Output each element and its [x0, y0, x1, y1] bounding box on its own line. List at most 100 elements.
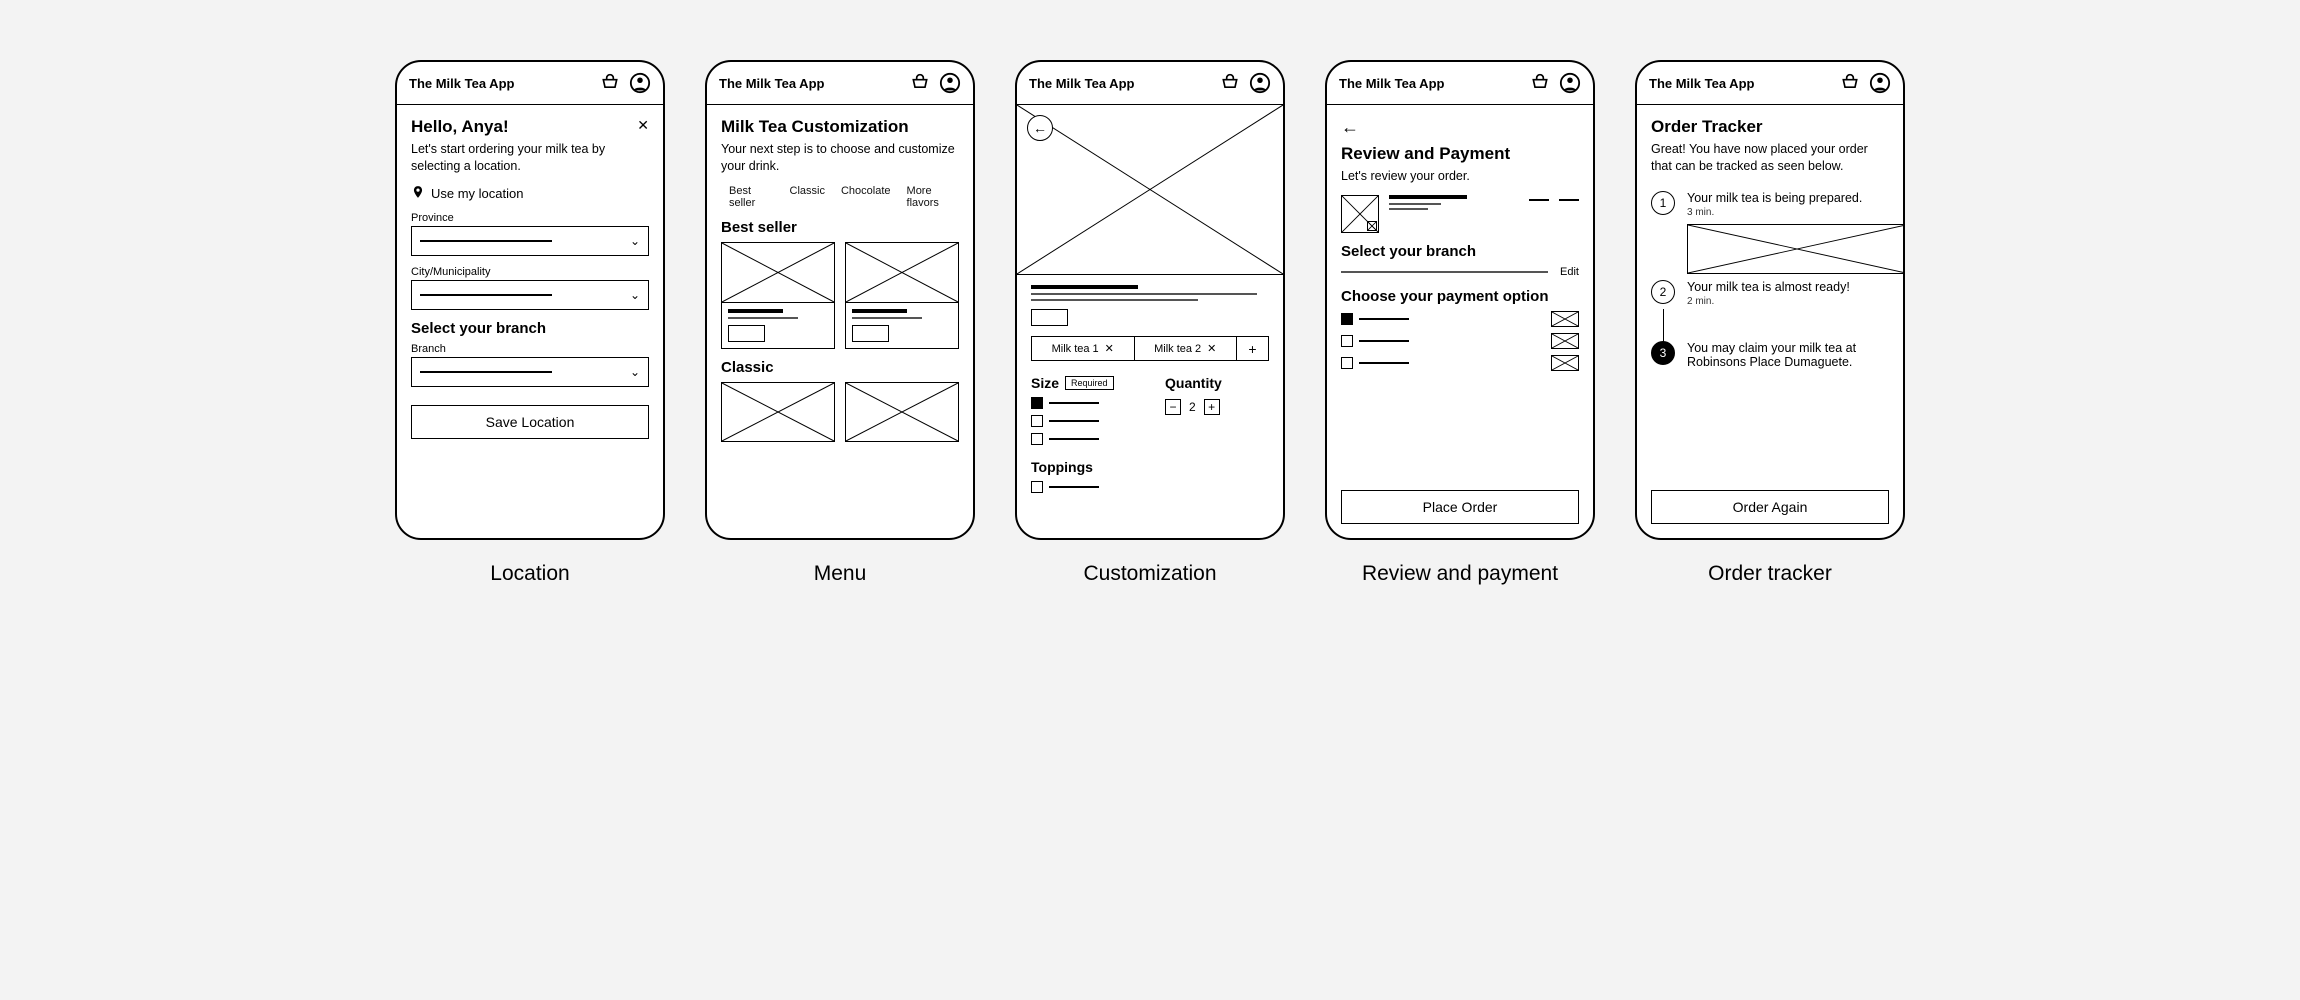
- greeting-heading: Hello, Anya!: [411, 117, 509, 137]
- profile-icon[interactable]: [1559, 72, 1581, 94]
- city-select[interactable]: ⌄: [411, 280, 649, 310]
- app-title: The Milk Tea App: [1029, 76, 1134, 91]
- step-time: 3 min.: [1687, 207, 1862, 218]
- phone-frame-customization: The Milk Tea App ←: [1015, 60, 1285, 540]
- payment-label-placeholder: [1359, 362, 1409, 364]
- tracker-heading: Order Tracker: [1651, 117, 1889, 137]
- close-icon[interactable]: ✕: [1207, 342, 1216, 355]
- city-label: City/Municipality: [411, 266, 649, 278]
- city-value-placeholder: [420, 294, 552, 296]
- qty-minus-button[interactable]: −: [1165, 399, 1181, 415]
- payment-label-placeholder: [1359, 318, 1409, 320]
- profile-icon[interactable]: [1249, 72, 1271, 94]
- payment-option-2[interactable]: [1341, 333, 1579, 349]
- tea-tabs: Milk tea 1 ✕ Milk tea 2 ✕ +: [1031, 336, 1269, 361]
- size-label: Size: [1031, 375, 1059, 391]
- tea-tab-1[interactable]: Milk tea 1 ✕: [1032, 337, 1134, 360]
- order-meta: [1529, 195, 1579, 201]
- cart-icon[interactable]: [1219, 72, 1241, 94]
- back-arrow-icon[interactable]: ←: [1341, 117, 1359, 138]
- product-card[interactable]: [721, 242, 835, 349]
- place-order-button[interactable]: Place Order: [1341, 490, 1579, 524]
- classic-cards: [721, 382, 959, 442]
- topbar: The Milk Tea App: [707, 62, 973, 105]
- review-heading: Review and Payment: [1341, 144, 1579, 164]
- location-intro: Let's start ordering your milk tea by se…: [411, 141, 649, 175]
- tracker-image-placeholder: [1687, 224, 1903, 274]
- tea-tab-1-label: Milk tea 1: [1052, 343, 1099, 355]
- size-option-1[interactable]: [1031, 397, 1135, 409]
- phone-frame-tracker: The Milk Tea App Order Tracker Great! Yo…: [1635, 60, 1905, 540]
- topping-option[interactable]: [1031, 481, 1269, 493]
- drink-desc-placeholder: [1031, 299, 1198, 301]
- topbar-icons: [1529, 72, 1581, 94]
- product-price-pill: [852, 325, 889, 342]
- menu-intro: Your next step is to choose and customiz…: [721, 141, 959, 175]
- tea-tab-2[interactable]: Milk tea 2 ✕: [1134, 337, 1237, 360]
- order-item: [1341, 195, 1579, 233]
- branch-label: Branch: [411, 343, 649, 355]
- payment-option-3[interactable]: [1341, 355, 1579, 371]
- edit-branch-link[interactable]: Edit: [1560, 266, 1579, 278]
- checkbox-icon: [1031, 481, 1043, 493]
- payment-option-1[interactable]: [1341, 311, 1579, 327]
- add-tea-button[interactable]: +: [1236, 337, 1268, 360]
- close-icon[interactable]: ✕: [1105, 342, 1114, 355]
- payment-heading: Choose your payment option: [1341, 288, 1579, 305]
- tea-tab-2-label: Milk tea 2: [1154, 343, 1201, 355]
- tracker-step-1: 1 Your milk tea is being prepared. 3 min…: [1651, 191, 1889, 218]
- tab-best-seller[interactable]: Best seller: [729, 185, 774, 209]
- chevron-down-icon: ⌄: [630, 288, 640, 302]
- drink-desc-placeholder: [1031, 293, 1257, 295]
- profile-icon[interactable]: [629, 72, 651, 94]
- place-order-label: Place Order: [1423, 499, 1498, 515]
- tab-chocolate[interactable]: Chocolate: [841, 185, 891, 209]
- order-detail-placeholder: [1389, 208, 1428, 210]
- back-button[interactable]: ←: [1027, 115, 1053, 141]
- cart-icon[interactable]: [1839, 72, 1861, 94]
- drink-title-placeholder: [1031, 285, 1138, 289]
- classic-heading: Classic: [721, 359, 959, 376]
- chevron-down-icon: ⌄: [630, 234, 640, 248]
- province-select[interactable]: ⌄: [411, 226, 649, 256]
- product-image-placeholder[interactable]: [845, 382, 959, 442]
- step-text: You may claim your milk tea at Robinsons…: [1687, 341, 1889, 369]
- product-title-placeholder: [728, 309, 783, 313]
- qty-value: 2: [1189, 400, 1196, 414]
- toppings-heading: Toppings: [1031, 459, 1269, 475]
- close-icon[interactable]: ✕: [637, 117, 649, 134]
- profile-icon[interactable]: [939, 72, 961, 94]
- branch-select[interactable]: ⌄: [411, 357, 649, 387]
- app-title: The Milk Tea App: [1649, 76, 1754, 91]
- tab-more-flavors[interactable]: More flavors: [907, 185, 959, 209]
- qty-plus-button[interactable]: +: [1204, 399, 1220, 415]
- use-my-location-row[interactable]: Use my location: [411, 185, 649, 202]
- size-option-3[interactable]: [1031, 433, 1135, 445]
- caption-tracker: Order tracker: [1708, 562, 1832, 586]
- quantity-heading: Quantity: [1165, 375, 1269, 391]
- payment-logo-placeholder: [1551, 311, 1579, 327]
- phone-frame-menu: The Milk Tea App Milk Tea Customization …: [705, 60, 975, 540]
- screen-review-col: The Milk Tea App ← Review and Payment Le…: [1325, 60, 1595, 586]
- product-image-placeholder[interactable]: [721, 382, 835, 442]
- product-card[interactable]: [845, 242, 959, 349]
- cart-icon[interactable]: [599, 72, 621, 94]
- save-location-button[interactable]: Save Location: [411, 405, 649, 439]
- order-title-placeholder: [1389, 195, 1467, 199]
- customization-content: ← Milk tea 1 ✕ Milk tea 2: [1017, 105, 1283, 538]
- best-seller-cards: [721, 242, 959, 349]
- cart-icon[interactable]: [1529, 72, 1551, 94]
- tab-classic[interactable]: Classic: [790, 185, 825, 209]
- app-title: The Milk Tea App: [719, 76, 824, 91]
- cart-icon[interactable]: [909, 72, 931, 94]
- order-again-button[interactable]: Order Again: [1651, 490, 1889, 524]
- use-my-location-label: Use my location: [431, 186, 523, 201]
- tracker-content: Order Tracker Great! You have now placed…: [1637, 105, 1903, 538]
- topbar: The Milk Tea App: [397, 62, 663, 105]
- tracker-step-3: 3 You may claim your milk tea at Robinso…: [1651, 341, 1889, 369]
- size-option-2[interactable]: [1031, 415, 1135, 427]
- profile-icon[interactable]: [1869, 72, 1891, 94]
- screen-location-col: The Milk Tea App Hello, Anya! ✕ Let's st…: [395, 60, 665, 586]
- select-branch-heading: Select your branch: [411, 320, 649, 337]
- step-connector: [1663, 309, 1664, 345]
